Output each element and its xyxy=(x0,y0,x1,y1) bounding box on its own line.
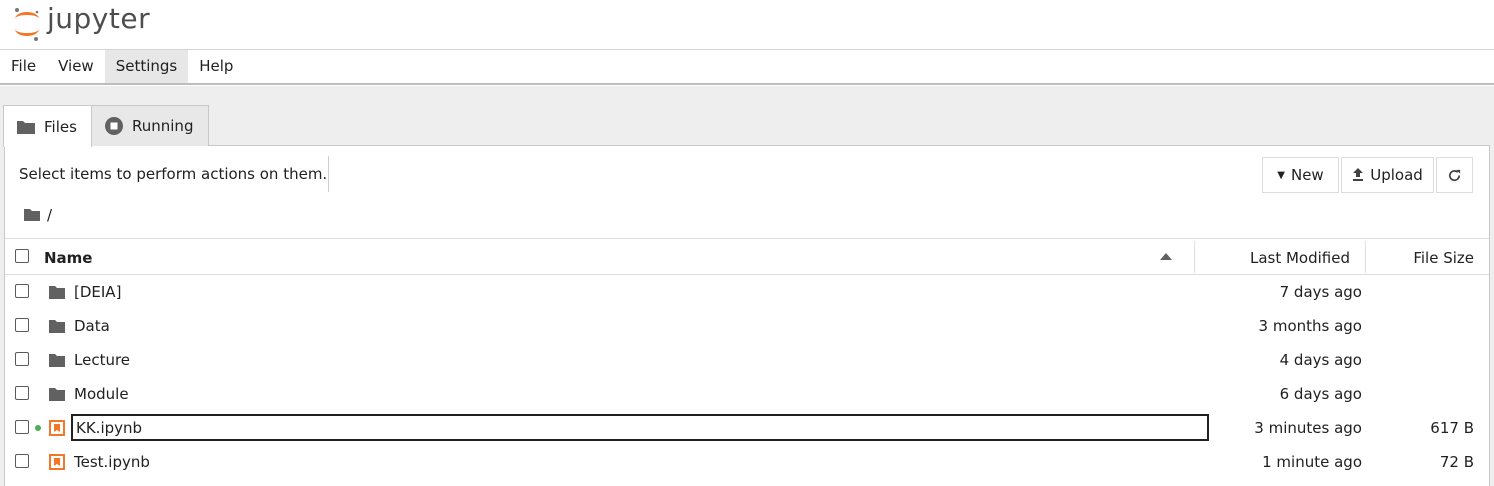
refresh-button[interactable] xyxy=(1436,157,1473,193)
row-checkbox[interactable] xyxy=(15,284,29,298)
upload-button[interactable]: Upload xyxy=(1341,157,1434,193)
column-resize-handle[interactable] xyxy=(1365,241,1366,273)
file-name[interactable]: Lecture xyxy=(74,351,130,369)
file-name-rename-input[interactable]: KK.ipynb xyxy=(71,414,1209,441)
selection-hint: Select items to perform actions on them. xyxy=(19,165,328,183)
upload-button-label: Upload xyxy=(1370,166,1423,184)
folder-icon xyxy=(49,388,65,401)
row-checkbox[interactable] xyxy=(15,352,29,366)
tab-running[interactable]: Running xyxy=(91,105,209,146)
column-resize-handle[interactable] xyxy=(1194,241,1195,273)
file-modified: 7 days ago xyxy=(1279,283,1362,301)
file-size: 72 B xyxy=(1439,453,1474,471)
menu-help[interactable]: Help xyxy=(188,50,244,83)
folder-icon xyxy=(17,120,35,134)
menu-view[interactable]: View xyxy=(47,50,105,83)
file-row[interactable]: KK.ipynb 3 minutes ago 617 B xyxy=(5,411,1489,445)
file-modified: 4 days ago xyxy=(1279,351,1362,369)
file-name[interactable]: Test.ipynb xyxy=(74,453,150,471)
jupyter-logo-icon[interactable] xyxy=(12,6,42,42)
row-checkbox[interactable] xyxy=(15,454,29,468)
row-checkbox[interactable] xyxy=(15,420,29,434)
file-name[interactable]: [DEIA] xyxy=(74,283,121,301)
file-modified: 1 minute ago xyxy=(1262,453,1362,471)
file-name[interactable]: Data xyxy=(74,317,110,335)
file-list-header: Name Last Modified File Size xyxy=(5,238,1489,275)
file-modified: 6 days ago xyxy=(1279,385,1362,403)
column-modified-header[interactable]: Last Modified xyxy=(1250,249,1350,267)
breadcrumb-path[interactable]: / xyxy=(47,206,52,224)
caret-down-icon: ▼ xyxy=(1277,169,1285,181)
notebook-icon xyxy=(49,420,65,436)
new-button-label: New xyxy=(1290,166,1324,184)
folder-home-icon[interactable] xyxy=(23,208,41,222)
refresh-icon xyxy=(1449,169,1461,181)
file-modified: 3 minutes ago xyxy=(1254,419,1362,437)
folder-icon xyxy=(49,320,65,333)
file-size: 617 B xyxy=(1430,419,1474,437)
file-row[interactable]: Test.ipynb 1 minute ago 72 B xyxy=(5,445,1489,479)
top-header: jupyter xyxy=(0,0,1494,50)
row-checkbox[interactable] xyxy=(15,386,29,400)
column-size-header[interactable]: File Size xyxy=(1413,249,1474,267)
menu-bar: File View Settings Help xyxy=(0,50,1494,85)
breadcrumb: / xyxy=(23,206,52,224)
upload-icon xyxy=(1353,168,1364,181)
tab-running-label: Running xyxy=(132,117,194,135)
file-row[interactable]: Lecture 4 days ago xyxy=(5,343,1489,377)
menu-file[interactable]: File xyxy=(0,50,47,83)
stop-circle-icon xyxy=(105,117,123,135)
tab-files-label: Files xyxy=(44,117,77,136)
folder-icon xyxy=(49,354,65,367)
new-button[interactable]: ▼ New xyxy=(1262,157,1339,193)
file-row[interactable]: Data 3 months ago xyxy=(5,309,1489,343)
file-name[interactable]: Module xyxy=(74,385,129,403)
select-all-checkbox[interactable] xyxy=(15,249,29,263)
file-row[interactable]: [DEIA] 7 days ago xyxy=(5,275,1489,309)
folder-icon xyxy=(49,286,65,299)
file-modified: 3 months ago xyxy=(1258,317,1362,335)
file-row[interactable]: Module 6 days ago xyxy=(5,377,1489,411)
toolbar-divider xyxy=(328,156,329,192)
notebook-icon xyxy=(49,454,65,470)
menu-settings[interactable]: Settings xyxy=(104,50,189,83)
column-name-header[interactable]: Name xyxy=(44,249,92,267)
tab-files[interactable]: Files xyxy=(3,105,92,147)
running-indicator-icon xyxy=(35,425,41,431)
sort-ascending-icon xyxy=(1160,253,1172,260)
row-checkbox[interactable] xyxy=(15,318,29,332)
jupyter-logo-text[interactable]: jupyter xyxy=(47,2,150,35)
